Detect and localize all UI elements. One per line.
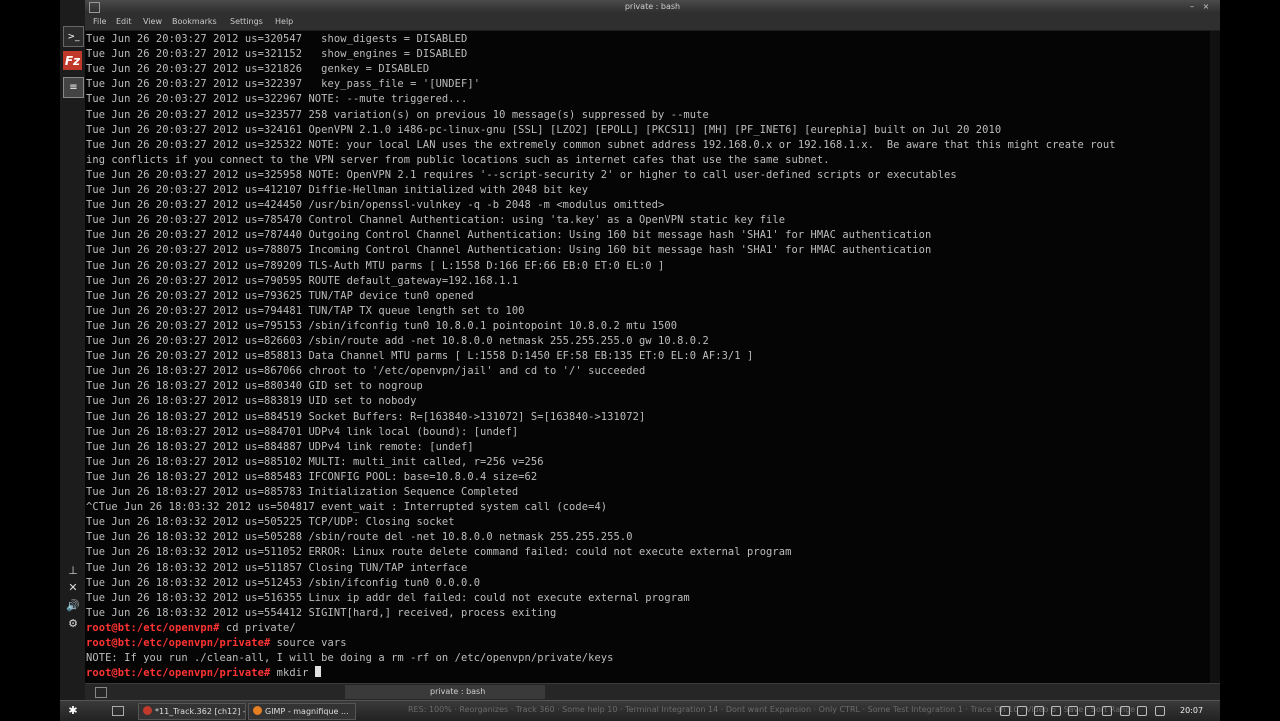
terminal-line: Tue Jun 26 18:03:32 2012 us=554412 SIGIN… xyxy=(86,606,557,619)
task-button-audacity[interactable]: *11_Track.362 [ch12] - Sho... xyxy=(138,703,246,720)
tray-record-icon[interactable] xyxy=(1137,706,1147,716)
terminal-line: Tue Jun 26 20:03:27 2012 us=322967 NOTE:… xyxy=(86,93,468,106)
terminal-line: Tue Jun 26 18:03:32 2012 us=516355 Linux… xyxy=(86,591,690,604)
terminal-line: Tue Jun 26 18:03:27 2012 us=885483 IFCON… xyxy=(86,470,538,483)
shell-command: source vars xyxy=(270,637,347,649)
side-launcher-panel: >_ Fz ≡ ⊥ ✕ 🔊 ⚙ xyxy=(60,0,86,700)
terminal-launcher-icon[interactable]: >_ xyxy=(63,26,84,47)
terminal-output[interactable]: Tue Jun 26 20:03:27 2012 us=320547 show_… xyxy=(85,31,1210,683)
menu-file[interactable]: File xyxy=(93,14,106,30)
close-icon[interactable]: ✕ xyxy=(65,580,81,596)
pin-icon[interactable]: ⊥ xyxy=(65,563,81,579)
terminal-line: Tue Jun 26 20:03:27 2012 us=795153 /sbin… xyxy=(86,319,678,332)
shell-command: mkdir xyxy=(270,667,315,680)
text-cursor xyxy=(314,666,321,678)
terminal-line: Tue Jun 26 20:03:27 2012 us=794481 TUN/T… xyxy=(86,304,525,317)
terminal-line: ing conflicts if you connect to the VPN … xyxy=(86,153,830,166)
terminal-line: Tue Jun 26 18:03:27 2012 us=884887 UDPv4… xyxy=(86,440,474,453)
tray-battery-icon[interactable] xyxy=(1102,706,1112,716)
terminal-line: Tue Jun 26 20:03:27 2012 us=788075 Incom… xyxy=(86,244,932,257)
tray-device-icon[interactable] xyxy=(1120,706,1130,716)
terminal-line: Tue Jun 26 18:03:27 2012 us=885102 MULTI… xyxy=(86,455,544,468)
terminal-line: Tue Jun 26 20:03:27 2012 us=424450 /usr/… xyxy=(86,199,665,212)
terminal-line: Tue Jun 26 18:03:32 2012 us=511857 Closi… xyxy=(86,561,468,574)
terminal-line: Tue Jun 26 18:03:27 2012 us=884519 Socke… xyxy=(86,410,646,423)
start-icon[interactable]: ✱ xyxy=(64,703,82,719)
filezilla-launcher-icon[interactable]: Fz xyxy=(63,51,82,70)
minimize-icon[interactable]: – xyxy=(1185,0,1199,14)
terminal-line: ^CTue Jun 26 18:03:32 2012 us=504817 eve… xyxy=(86,501,608,514)
terminal-line: Tue Jun 26 18:03:27 2012 us=883819 UID s… xyxy=(86,395,417,408)
terminal-line: Tue Jun 26 18:03:32 2012 us=505288 /sbin… xyxy=(86,531,633,544)
menu-help[interactable]: Help xyxy=(275,14,293,30)
tab-label: private : bash xyxy=(430,687,486,696)
menu-edit[interactable]: Edit xyxy=(116,14,132,30)
terminal-line: Tue Jun 26 18:03:27 2012 us=885783 Initi… xyxy=(86,486,519,498)
shell-prompt: root@bt:/etc/openvpn# xyxy=(86,621,220,634)
terminal-line: Tue Jun 26 20:03:27 2012 us=789209 TLS-A… xyxy=(86,259,665,272)
terminal-line: Tue Jun 26 18:03:27 2012 us=880340 GID s… xyxy=(86,380,423,393)
shell-command: cd private/ xyxy=(219,621,296,634)
task-label: *11_Track.362 [ch12] - Sho... xyxy=(155,707,246,716)
terminal-line: Tue Jun 26 18:03:27 2012 us=867066 chroo… xyxy=(86,365,646,378)
tray-notification-icon[interactable] xyxy=(1155,706,1165,716)
terminal-line: Tue Jun 26 20:03:27 2012 us=323577 258 v… xyxy=(86,108,709,121)
terminal-line: Tue Jun 26 20:03:27 2012 us=320547 show_… xyxy=(86,33,468,45)
window-title: private : bash xyxy=(624,2,681,11)
tray-network-icon[interactable] xyxy=(1000,706,1010,716)
terminal-tab-bar: private : bash xyxy=(85,683,1220,701)
clock[interactable]: 20:07 xyxy=(1180,701,1203,721)
tray-power-icon[interactable] xyxy=(1085,706,1095,716)
volume-icon[interactable]: 🔊 xyxy=(65,598,81,614)
tray-update-icon[interactable] xyxy=(1017,706,1027,716)
terminal-line: Tue Jun 26 20:03:27 2012 us=325958 NOTE:… xyxy=(86,168,957,181)
new-tab-icon[interactable] xyxy=(95,687,107,698)
task-label: GIMP - magnifique ... xyxy=(265,707,349,716)
terminal-line: Tue Jun 26 20:03:27 2012 us=322397 key_p… xyxy=(86,78,481,91)
terminal-line: Tue Jun 26 20:03:27 2012 us=324161 OpenV… xyxy=(86,123,1002,136)
terminal-line: Tue Jun 26 20:03:27 2012 us=858813 Data … xyxy=(86,350,754,363)
gimp-icon xyxy=(253,706,262,715)
terminal-scrollbar[interactable] xyxy=(1210,31,1220,683)
menu-view[interactable]: View xyxy=(143,14,162,30)
tray-display-icon[interactable] xyxy=(1068,706,1078,716)
terminal-line: Tue Jun 26 20:03:27 2012 us=787440 Outgo… xyxy=(86,229,932,242)
terminal-line: Tue Jun 26 20:03:27 2012 us=321152 show_… xyxy=(86,48,468,61)
menu-bookmarks[interactable]: Bookmarks xyxy=(172,14,217,30)
terminal-line: Tue Jun 26 20:03:27 2012 us=412107 Diffi… xyxy=(86,184,589,196)
terminal-line: Tue Jun 26 18:03:32 2012 us=512453 /sbin… xyxy=(86,576,481,589)
terminal-line: Tue Jun 26 20:03:27 2012 us=325322 NOTE:… xyxy=(86,138,1116,151)
terminal-line: Tue Jun 26 20:03:27 2012 us=785470 Contr… xyxy=(86,214,786,227)
show-desktop-icon[interactable] xyxy=(112,706,124,716)
menu-settings[interactable]: Settings xyxy=(230,14,263,30)
close-window-icon[interactable]: × xyxy=(1199,0,1213,14)
tray-volume-icon[interactable] xyxy=(1034,706,1044,716)
tray-clipboard-icon[interactable] xyxy=(1051,706,1061,716)
task-button-gimp[interactable]: GIMP - magnifique ... xyxy=(248,703,356,720)
right-letterbox xyxy=(1220,0,1280,720)
shell-prompt: root@bt:/etc/openvpn/private# xyxy=(86,637,271,649)
terminal-line: Tue Jun 26 20:03:27 2012 us=790595 ROUTE… xyxy=(86,274,519,287)
menu-bar: File Edit View Bookmarks Settings Help xyxy=(85,14,1220,31)
shell-prompt: root@bt:/etc/openvpn/private# xyxy=(86,667,271,680)
left-letterbox xyxy=(0,0,60,720)
terminal-line: Tue Jun 26 20:03:27 2012 us=793625 TUN/T… xyxy=(86,289,474,302)
terminal-line: Tue Jun 26 20:03:27 2012 us=321826 genke… xyxy=(86,63,430,76)
document-launcher-icon[interactable]: ≡ xyxy=(63,77,84,98)
terminal-line: NOTE: If you run ./clean-all, I will be … xyxy=(86,652,614,665)
terminal-prompt-line: root@bt:/etc/openvpn/private# mkdir xyxy=(86,666,321,681)
terminal-line: Tue Jun 26 18:03:32 2012 us=511052 ERROR… xyxy=(86,546,792,559)
tab-private-bash[interactable]: private : bash xyxy=(345,685,545,699)
terminal-prompt-line: root@bt:/etc/openvpn/private# source var… xyxy=(86,636,347,651)
terminal-line: Tue Jun 26 18:03:32 2012 us=505225 TCP/U… xyxy=(86,516,455,529)
window-titlebar: private : bash – × xyxy=(85,0,1220,14)
settings-icon[interactable]: ⚙ xyxy=(65,616,81,632)
terminal-prompt-line: root@bt:/etc/openvpn# cd private/ xyxy=(86,621,296,636)
taskbar: ✱ *11_Track.362 [ch12] - Sho... GIMP - m… xyxy=(60,700,1220,721)
terminal-line: Tue Jun 26 20:03:27 2012 us=826603 /sbin… xyxy=(86,335,709,347)
terminal-line: Tue Jun 26 18:03:27 2012 us=884701 UDPv4… xyxy=(86,425,519,438)
audacity-icon xyxy=(143,706,152,715)
